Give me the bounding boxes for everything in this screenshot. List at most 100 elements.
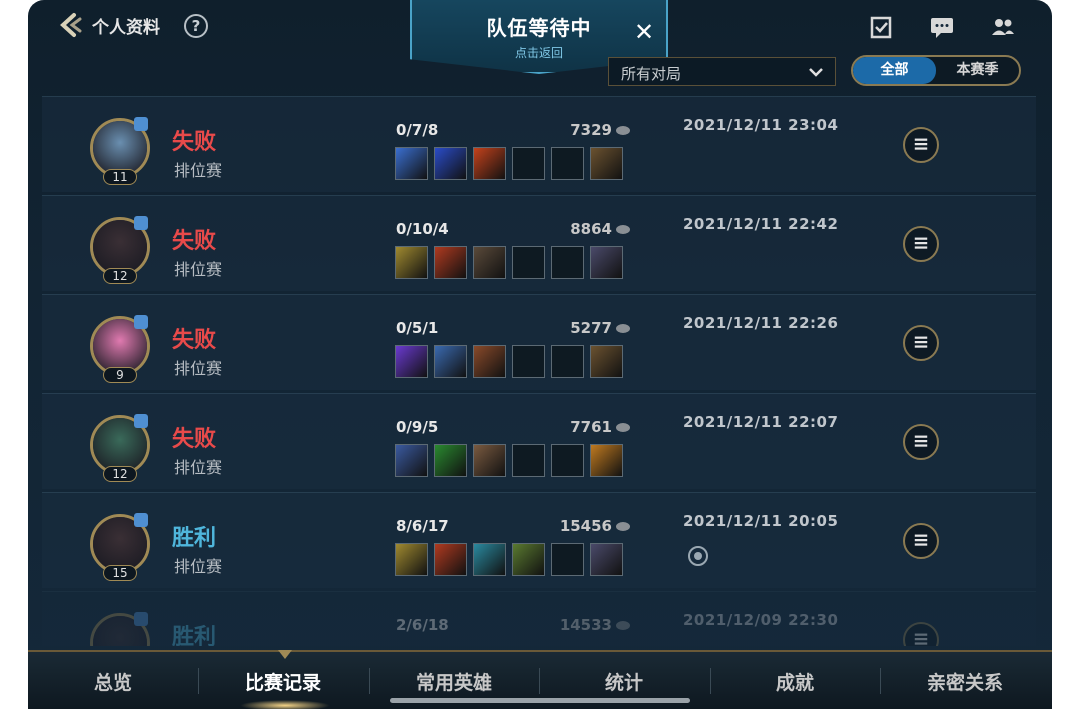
- match-result: 失败: [172, 229, 217, 254]
- tab-match-history[interactable]: 比赛记录: [198, 668, 368, 695]
- help-icon[interactable]: ?: [184, 14, 208, 38]
- match-mode: 排位赛: [174, 260, 223, 279]
- kda: 0/9/5: [396, 418, 439, 436]
- active-tab-marker-icon: [278, 650, 292, 659]
- tab-common-heroes[interactable]: 常用英雄: [369, 668, 539, 695]
- match-detail-button[interactable]: [903, 622, 939, 646]
- item-slot: [590, 345, 623, 378]
- item-slot: [590, 147, 623, 180]
- tab-achievements[interactable]: 成就: [710, 668, 880, 695]
- gold-value: 7329: [570, 121, 612, 139]
- item-slot: [434, 444, 467, 477]
- kda: 8/6/17: [396, 517, 449, 535]
- item-slot: [395, 543, 428, 576]
- match-mode: 排位赛: [174, 161, 223, 180]
- match-detail-button[interactable]: [903, 325, 939, 361]
- kda: 0/10/4: [396, 220, 449, 238]
- item-slot: [551, 543, 584, 576]
- match-mode: 排位赛: [174, 359, 223, 378]
- tab-statistics[interactable]: 统计: [539, 668, 709, 695]
- gold-icon: [616, 621, 630, 630]
- match-date: 2021/12/11 23:04: [683, 116, 839, 134]
- item-slot: [551, 345, 584, 378]
- list-icon: [914, 237, 928, 249]
- item-slot: [512, 543, 545, 576]
- item-build: [395, 147, 623, 180]
- gold-value: 7761: [570, 418, 612, 436]
- bottom-nav: 总览 比赛记录 常用英雄 统计 成就 亲密关系: [28, 650, 1052, 709]
- gold-earned: 7761: [522, 418, 630, 436]
- item-build: [395, 444, 623, 477]
- team-badge-icon: [134, 612, 148, 626]
- active-tab-glow: [240, 700, 330, 709]
- chat-icon[interactable]: [929, 14, 955, 40]
- match-result: 失败: [172, 130, 217, 155]
- tab-overview[interactable]: 总览: [28, 668, 198, 695]
- gold-earned: 15456: [522, 517, 630, 535]
- gold-icon: [616, 423, 630, 432]
- tab-current-season[interactable]: 本赛季: [936, 57, 1019, 84]
- hero-level: 12: [103, 466, 137, 482]
- home-indicator[interactable]: [390, 698, 690, 703]
- gold-icon: [616, 126, 630, 135]
- item-build: [395, 345, 623, 378]
- match-detail-button[interactable]: [903, 523, 939, 559]
- list-icon: [914, 435, 928, 447]
- item-slot: [590, 543, 623, 576]
- match-list[interactable]: 11 失败 排位赛 0/7/8 7329 2021/12/11 23:04 12 失败 排位赛 0…: [42, 96, 1036, 646]
- season-toggle[interactable]: 全部 本赛季: [851, 55, 1021, 86]
- match-row[interactable]: 12 失败 排位赛 0/9/5 7761 2021/12/11 22:07: [42, 393, 1036, 489]
- item-build: [395, 246, 623, 279]
- item-slot: [473, 444, 506, 477]
- queue-close-icon[interactable]: ✕: [634, 18, 654, 46]
- kda: 2/6/18: [396, 616, 449, 634]
- item-slot: [395, 246, 428, 279]
- item-slot: [590, 444, 623, 477]
- match-detail-button[interactable]: [903, 424, 939, 460]
- list-icon: [914, 534, 928, 546]
- gold-earned: 14533: [522, 616, 630, 634]
- item-slot: [473, 246, 506, 279]
- hero-level: 9: [103, 367, 137, 383]
- item-slot: [590, 246, 623, 279]
- item-slot: [473, 345, 506, 378]
- match-date: 2021/12/09 22:30: [683, 611, 839, 629]
- match-date: 2021/12/11 22:42: [683, 215, 839, 233]
- match-filter-dropdown[interactable]: 所有对局: [608, 57, 836, 86]
- filter-selected: 所有对局: [621, 65, 682, 83]
- team-badge-icon: [134, 315, 148, 329]
- match-detail-button[interactable]: [903, 127, 939, 163]
- match-row[interactable]: 9 失败 排位赛 0/5/1 5277 2021/12/11 22:26: [42, 294, 1036, 390]
- hero-level: 11: [103, 169, 137, 185]
- item-slot: [512, 345, 545, 378]
- item-slot: [395, 444, 428, 477]
- tab-relationships[interactable]: 亲密关系: [880, 668, 1050, 695]
- gold-value: 5277: [570, 319, 612, 337]
- match-detail-button[interactable]: [903, 226, 939, 262]
- back-button[interactable]: 个人资料: [58, 12, 160, 38]
- match-row[interactable]: 11 失败排位赛 0/7/8 7329 2021/12/11 23:04: [42, 96, 1036, 192]
- match-date: 2021/12/11 22:07: [683, 413, 839, 431]
- team-badge-icon: [134, 513, 148, 527]
- friends-icon[interactable]: [990, 14, 1016, 40]
- tab-all[interactable]: 全部: [853, 57, 936, 84]
- queue-title: 队伍等待中: [486, 16, 592, 40]
- hero-level: 15: [103, 565, 137, 581]
- page-title: 个人资料: [92, 17, 160, 38]
- kda: 0/5/1: [396, 319, 439, 337]
- team-badge-icon: [134, 216, 148, 230]
- gold-icon: [616, 225, 630, 234]
- match-row[interactable]: 胜利 2/6/18 14533 2021/12/09 22:30: [42, 591, 1036, 646]
- chevron-down-icon: [809, 68, 823, 77]
- match-row[interactable]: 12 失败 排位赛 0/10/4 8864 2021/12/11 22:42: [42, 195, 1036, 291]
- back-arrow-icon: [60, 13, 82, 37]
- item-slot: [434, 147, 467, 180]
- item-slot: [512, 147, 545, 180]
- match-result: 失败: [172, 328, 217, 353]
- gold-icon: [616, 324, 630, 333]
- missions-icon[interactable]: [868, 14, 894, 40]
- item-slot: [434, 246, 467, 279]
- kda: 0/7/8: [396, 121, 439, 139]
- match-row[interactable]: 15 胜利 排位赛 8/6/17 15456 2021/12/11 20:05: [42, 492, 1036, 588]
- item-build: [395, 543, 623, 576]
